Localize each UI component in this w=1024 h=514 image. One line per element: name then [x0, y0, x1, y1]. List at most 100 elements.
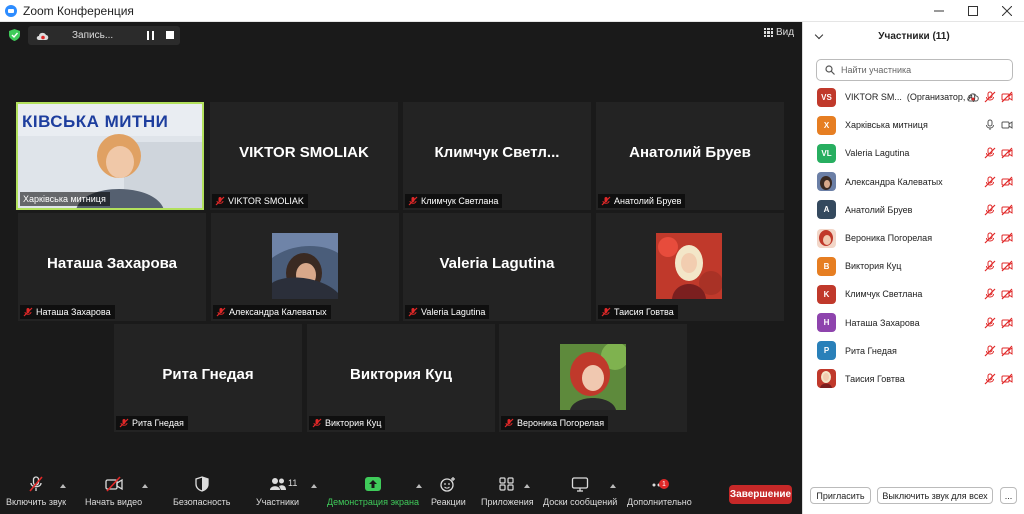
- panel-more-button[interactable]: ...: [1000, 487, 1017, 504]
- video-off-icon[interactable]: [1001, 317, 1013, 329]
- audio-options-caret[interactable]: [60, 484, 66, 488]
- tile-big-name: Наташа Захарова: [47, 255, 177, 272]
- video-tile[interactable]: Valeria Lagutina Valeria Lagutina: [403, 213, 591, 321]
- video-tile[interactable]: VIKTOR SMOLIAK VIKTOR SMOLIAK: [210, 102, 398, 210]
- tile-big-name: VIKTOR SMOLIAK: [239, 144, 369, 161]
- video-off-icon[interactable]: [1001, 147, 1013, 159]
- video-off-icon[interactable]: [1001, 260, 1013, 272]
- close-button[interactable]: [990, 0, 1024, 22]
- tile-name: Наташа Захарова: [36, 307, 111, 317]
- participant-row[interactable]: P Рита Гнедая: [803, 337, 1024, 365]
- video-off-icon[interactable]: [1001, 232, 1013, 244]
- start-video-button[interactable]: Начать видео: [85, 476, 142, 507]
- tile-name: Александра Калеватых: [229, 307, 327, 317]
- video-tile[interactable]: Вероника Погорелая: [499, 324, 687, 432]
- video-off-icon[interactable]: [1001, 288, 1013, 300]
- participants-panel: Участники (11) VS VIKTOR SM... (Организа…: [802, 22, 1024, 514]
- muted-mic-icon[interactable]: [984, 260, 996, 272]
- video-off-icon[interactable]: [1001, 373, 1013, 385]
- participant-row[interactable]: A Анатолий Бруев: [803, 196, 1024, 224]
- zoom-app-icon: [5, 4, 17, 17]
- muted-mic-icon[interactable]: [984, 373, 996, 385]
- muted-mic-icon[interactable]: [984, 204, 996, 216]
- participant-row[interactable]: VS VIKTOR SM... (Организатор, я): [803, 83, 1024, 111]
- participant-row[interactable]: K Климчук Светлана: [803, 280, 1024, 308]
- security-button[interactable]: Безопасность: [173, 476, 230, 507]
- participant-row[interactable]: Х Харківська митниця: [803, 111, 1024, 139]
- participant-row[interactable]: Вероника Погорелая: [803, 224, 1024, 252]
- muted-mic-icon: [23, 307, 33, 317]
- video-tile[interactable]: Климчук Светл... Климчук Светлана: [403, 102, 591, 210]
- avatar-photo: [817, 369, 836, 389]
- muted-mic-icon[interactable]: [984, 288, 996, 300]
- share-screen-label: Демонстрация экрана: [327, 497, 419, 507]
- video-off-icon: [104, 476, 123, 492]
- share-options-caret[interactable]: [416, 484, 422, 488]
- video-tile[interactable]: Анатолий Бруев Анатолий Бруев: [596, 102, 784, 210]
- participants-label: Участники: [256, 497, 299, 507]
- muted-mic-icon[interactable]: [984, 345, 996, 357]
- participant-row[interactable]: Александра Калеватых: [803, 168, 1024, 196]
- pause-recording-icon[interactable]: [147, 31, 154, 40]
- muted-mic-icon[interactable]: [984, 147, 996, 159]
- whiteboards-options-caret[interactable]: [610, 484, 616, 488]
- video-tile[interactable]: Виктория Куц Виктория Куц: [307, 324, 495, 432]
- share-screen-button[interactable]: Демонстрация экрана: [327, 476, 419, 507]
- participant-name: Таисия Говтва: [845, 373, 905, 384]
- apps-options-caret[interactable]: [524, 484, 530, 488]
- muted-mic-icon[interactable]: [984, 232, 996, 244]
- tile-name: Вероника Погорелая: [517, 418, 605, 428]
- participant-row[interactable]: VL Valeria Lagutina: [803, 139, 1024, 167]
- minimize-button[interactable]: [922, 0, 956, 22]
- muted-mic-icon[interactable]: [984, 176, 996, 188]
- participant-name: Виктория Куц: [845, 261, 902, 272]
- participant-search-input[interactable]: [841, 65, 1011, 75]
- security-label: Безопасность: [173, 497, 231, 507]
- apps-button[interactable]: Приложения: [481, 476, 534, 507]
- video-options-caret[interactable]: [142, 484, 148, 488]
- mute-all-button[interactable]: Выключить звук для всех: [877, 487, 993, 504]
- tile-name: VIKTOR SMOLIAK: [228, 196, 304, 206]
- video-tile-active-speaker[interactable]: КІВСЬКА МИТНИ Харківська митниця: [16, 102, 204, 210]
- whiteboards-button[interactable]: Доски сообщений: [543, 476, 617, 507]
- avatar: H: [817, 313, 836, 333]
- participants-count: 11: [288, 478, 298, 488]
- muted-mic-icon: [215, 196, 225, 206]
- participant-row[interactable]: B Виктория Куц: [803, 252, 1024, 280]
- participant-row[interactable]: Таисия Говтва: [803, 365, 1024, 393]
- encryption-shield-icon[interactable]: [9, 29, 20, 41]
- video-off-icon[interactable]: [1001, 176, 1013, 188]
- maximize-button[interactable]: [956, 0, 990, 22]
- view-button[interactable]: Вид: [764, 27, 794, 38]
- meeting-topbar: Запись... Вид: [0, 22, 802, 48]
- muted-mic-icon[interactable]: [984, 91, 996, 103]
- avatar: VL: [817, 143, 836, 163]
- video-off-icon[interactable]: [1001, 345, 1013, 357]
- muted-mic-icon: [312, 418, 322, 428]
- muted-mic-icon[interactable]: [984, 317, 996, 329]
- participant-search[interactable]: [816, 59, 1013, 81]
- profile-photo: [560, 344, 626, 410]
- participants-options-caret[interactable]: [311, 484, 317, 488]
- tile-name: Климчук Светлана: [421, 196, 499, 206]
- invite-button[interactable]: Пригласить: [810, 487, 871, 504]
- muted-mic-icon: [601, 307, 611, 317]
- video-on-icon[interactable]: [1001, 119, 1013, 131]
- window-titlebar: Zoom Конференция: [0, 0, 1024, 22]
- participant-name: Наташа Захарова: [845, 317, 920, 328]
- mic-on-icon[interactable]: [984, 119, 996, 131]
- video-off-icon[interactable]: [1001, 91, 1013, 103]
- video-tile[interactable]: Рита Гнедая Рита Гнедая: [114, 324, 302, 432]
- stop-recording-icon[interactable]: [166, 31, 174, 39]
- video-banner-text: КІВСЬКА МИТНИ: [22, 112, 169, 131]
- video-off-icon[interactable]: [1001, 204, 1013, 216]
- unmute-button[interactable]: Включить звук: [6, 476, 66, 507]
- panel-footer: Пригласить Выключить звук для всех ...: [803, 484, 1024, 514]
- video-tile[interactable]: Александра Калеватых: [211, 213, 399, 321]
- video-tile[interactable]: Наташа Захарова Наташа Захарова: [18, 213, 206, 321]
- end-meeting-button[interactable]: Завершение: [729, 485, 792, 504]
- reactions-button[interactable]: Реакции: [431, 476, 466, 507]
- tile-name-tag: Рита Гнедая: [116, 416, 188, 430]
- participant-row[interactable]: H Наташа Захарова: [803, 309, 1024, 337]
- video-tile[interactable]: Таисия Говтва: [596, 213, 784, 321]
